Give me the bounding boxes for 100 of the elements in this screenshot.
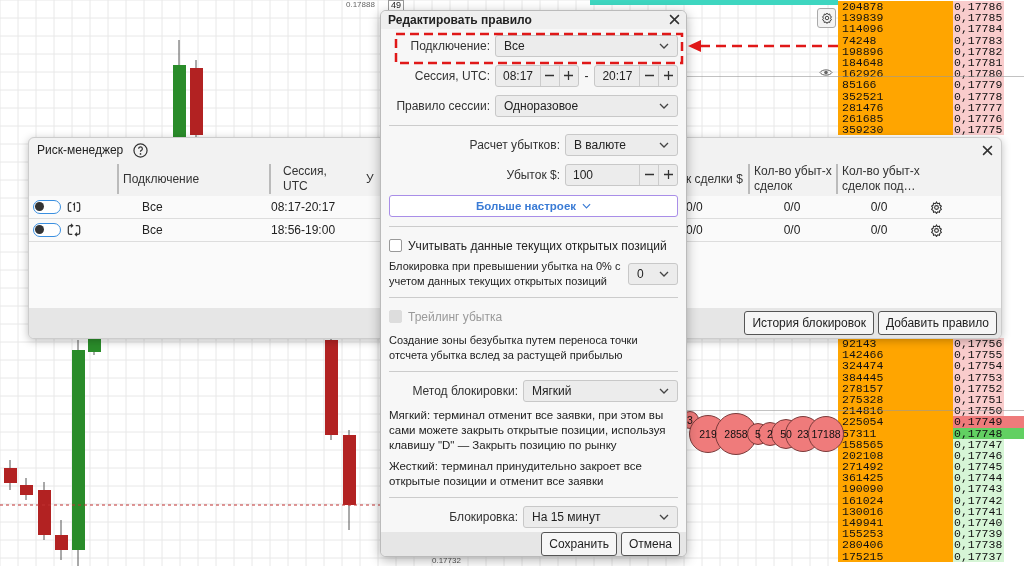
chevron-icon	[659, 270, 669, 277]
field-label: Подключение:	[409, 38, 490, 53]
table-cell-text: 0/0	[686, 223, 704, 237]
chevron-icon	[659, 387, 669, 394]
table-cell-text: Все	[141, 223, 164, 237]
price-cell[interactable]: 0,17777	[953, 101, 1004, 113]
trailing-description: Создание зоны безубытка путем переноса точки отсчета убытка вслед за растущей прибылью	[389, 332, 639, 363]
price-cell[interactable]: 0,17780	[953, 68, 1004, 80]
settings-icon[interactable]	[930, 223, 943, 237]
volume-cell: 384445	[838, 371, 953, 383]
price-cell[interactable]: 0,17749	[953, 416, 1004, 428]
settings-icon[interactable]	[930, 200, 943, 214]
time-field[interactable]: 08:17	[495, 64, 579, 87]
price-cell[interactable]: 0,17748	[953, 427, 1004, 439]
volume-cell: 281476	[838, 101, 953, 113]
volume-cell: 92143	[838, 338, 953, 350]
price-cell[interactable]: 0,17752	[953, 382, 1004, 394]
price-cell[interactable]: 0,17753	[953, 371, 1004, 383]
price-cell[interactable]: 0,17744	[953, 472, 1004, 484]
eye-icon[interactable]	[819, 68, 833, 77]
price-cell[interactable]: 0,17740	[953, 517, 1004, 529]
plus-icon	[663, 71, 673, 81]
column-header[interactable]: Кол-во убыт-х сделок	[748, 164, 836, 194]
session-rule-dropdown[interactable]: Одноразовое	[495, 94, 678, 117]
table-cell-text: 18:56-19:00	[270, 223, 337, 237]
price-bar	[1004, 416, 1024, 428]
volume-cell: 155253	[838, 528, 953, 540]
footer-button[interactable]: Добавить правило	[877, 311, 997, 335]
candle	[38, 481, 51, 541]
price-cell[interactable]: 0,17778	[953, 90, 1004, 102]
volume-cell: 149941	[838, 517, 953, 529]
volume-cell: 271492	[838, 461, 953, 473]
threshold-dropdown[interactable]: 0	[628, 262, 678, 285]
plus-icon	[564, 71, 574, 81]
price-cell[interactable]: 0,17750	[953, 405, 1004, 417]
price-cell[interactable]: 0,17775	[953, 124, 1004, 136]
toggle-switch[interactable]	[33, 223, 61, 237]
settings-icon	[820, 12, 833, 24]
column-header[interactable]: к сделки $	[686, 164, 748, 194]
checkbox-label: Учитывать данные текущих открытых позиций	[408, 238, 667, 253]
price-cell[interactable]: 0,17745	[953, 461, 1004, 473]
block-duration-dropdown[interactable]: На 15 минут	[523, 505, 678, 528]
volume-cell: 190090	[838, 483, 953, 495]
column-header[interactable]: Подключение	[117, 164, 269, 194]
candle	[20, 477, 33, 501]
plus-icon	[663, 170, 673, 180]
range-separator: -	[583, 68, 590, 83]
price-cell[interactable]: 0,17737	[953, 550, 1004, 562]
time-field[interactable]: 20:17	[594, 64, 678, 87]
checkbox[interactable]	[389, 239, 402, 253]
column-header[interactable]: Кол-во убыт-х сделок под…	[836, 164, 922, 194]
table-cell-text: 0/0	[782, 200, 802, 214]
block-method-dropdown[interactable]: Мягкий	[523, 379, 678, 402]
price-cell[interactable]: 0,17742	[953, 494, 1004, 506]
loss-calc-dropdown[interactable]: В валюте	[565, 133, 678, 156]
toggle-switch[interactable]	[33, 200, 61, 214]
price-cell[interactable]: 0,17747	[953, 438, 1004, 450]
price-cell[interactable]: 0,17754	[953, 360, 1004, 372]
price-cell[interactable]: 0,17786	[953, 1, 1004, 13]
volume-cell: 352521	[838, 90, 953, 102]
chevron-icon	[659, 102, 669, 109]
field-label: Метод блокировки:	[411, 383, 518, 398]
field-label: Правило сессии:	[395, 98, 490, 113]
price-cell[interactable]: 0,17743	[953, 483, 1004, 495]
price-cell[interactable]: 0,17738	[953, 539, 1004, 551]
chevron-icon	[659, 42, 669, 49]
price-cell[interactable]: 0,17783	[953, 34, 1004, 46]
help-icon[interactable]	[133, 142, 149, 158]
price-cell[interactable]: 0,17779	[953, 79, 1004, 91]
price-cell[interactable]: 0,17785	[953, 12, 1004, 24]
dialog-button[interactable]: Отмена	[620, 531, 680, 556]
connection-dropdown[interactable]: Все	[495, 34, 678, 57]
chevron-icon	[659, 141, 669, 148]
price-cell[interactable]: 0,17782	[953, 45, 1004, 57]
close-icon[interactable]	[982, 144, 993, 156]
volume-cell: 162926	[838, 68, 953, 80]
dialog-title: Редактировать правило	[388, 12, 532, 27]
price-axis-label: 0.17732	[432, 557, 461, 565]
volume-cell: 158565	[838, 438, 953, 450]
close-icon[interactable]	[669, 14, 680, 26]
field-label: Блокировка:	[448, 509, 518, 524]
field-label: Сессия, UTC:	[413, 68, 490, 83]
candle	[55, 519, 68, 561]
volume-cell: 280406	[838, 539, 953, 551]
volume-cell: 214816	[838, 405, 953, 417]
volume-cell: 114096	[838, 23, 953, 35]
dialog-button[interactable]: Сохранить	[541, 531, 617, 556]
footer-button[interactable]: История блокировок	[744, 311, 874, 335]
settings-button[interactable]	[817, 8, 836, 28]
method-note: Мягкий: терминал отменит все заявки, при этом вы сами можете закрыть открытые позиции, используя клавишу "D" — Закрыть позицию по рынку	[389, 407, 667, 453]
loss-field[interactable]: 100	[565, 163, 678, 186]
more-settings-button[interactable]: Больше настроек	[389, 194, 678, 217]
price-cell[interactable]: 0,17755	[953, 349, 1004, 361]
price-cell[interactable]: 0,17784	[953, 23, 1004, 35]
table-cell-text: 08:17-20:17	[270, 200, 337, 214]
column-header[interactable]: Сессия, UTC	[269, 164, 346, 194]
table-cell-text: Все	[141, 200, 164, 214]
volume-cell: 204878	[838, 1, 953, 13]
price-cell[interactable]: 0,17739	[953, 528, 1004, 540]
volume-cell: 198896	[838, 45, 953, 57]
